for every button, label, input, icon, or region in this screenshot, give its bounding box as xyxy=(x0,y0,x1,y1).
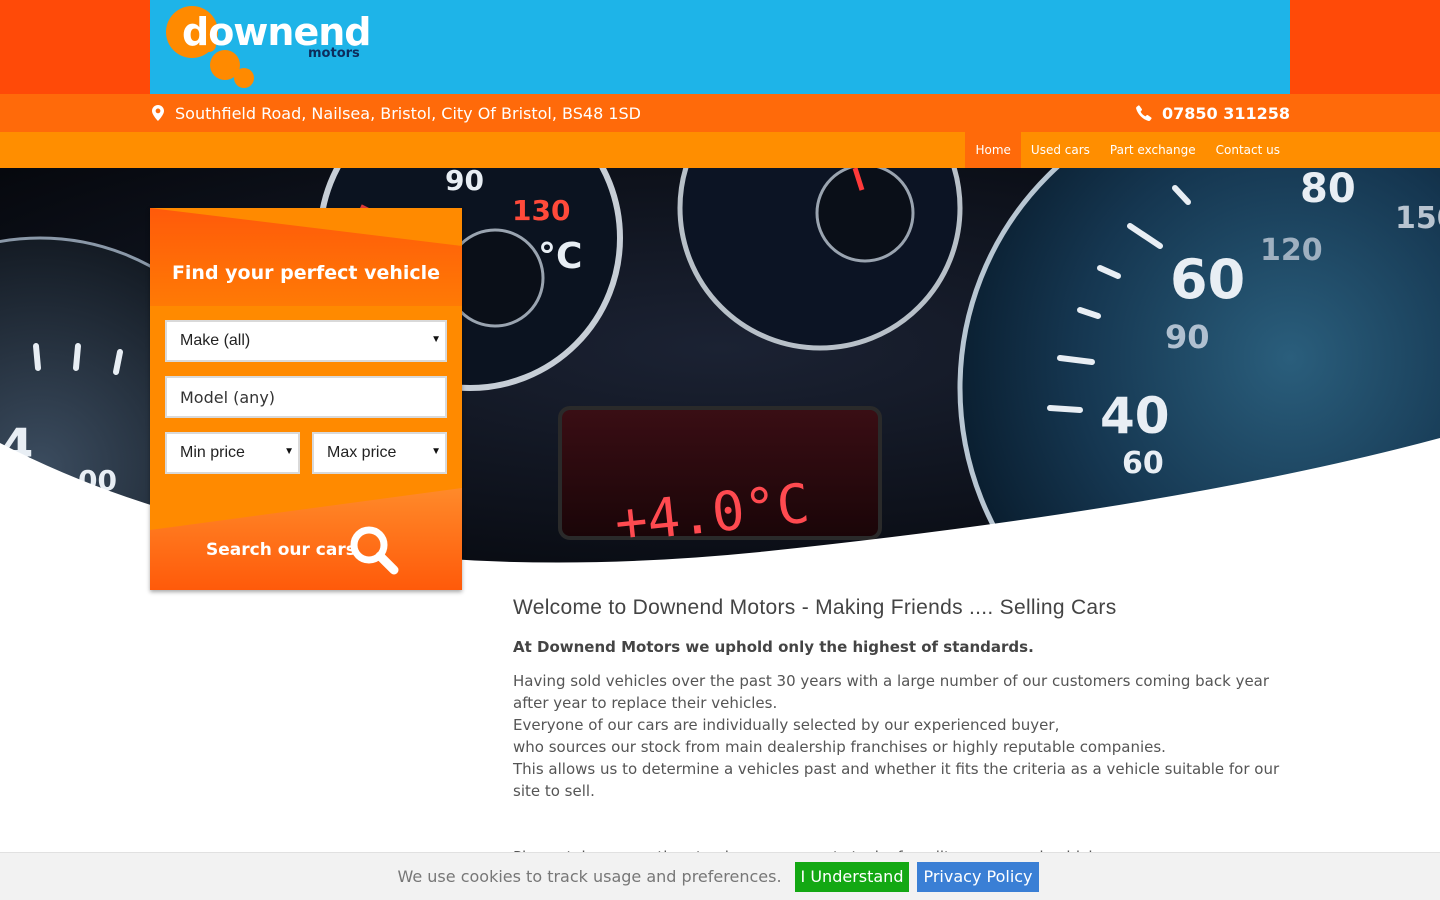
gauge-label: 60 xyxy=(1122,446,1164,481)
gauge-label: °C xyxy=(538,236,582,277)
dropdown-arrow-icon: ▼ xyxy=(431,334,441,345)
gauge-label: 120 xyxy=(1260,233,1323,268)
max-price-select[interactable]: Max price ▼ xyxy=(312,432,447,474)
dropdown-arrow-icon: ▼ xyxy=(431,446,441,457)
min-price-select[interactable]: Min price ▼ xyxy=(165,432,300,474)
gauge-label: 80 xyxy=(1300,168,1356,212)
address-text: Southfield Road, Nailsea, Bristol, City … xyxy=(175,103,641,123)
phone-number: 07850 311258 xyxy=(1161,103,1290,123)
body-paragraph: Having sold vehicles over the past 30 ye… xyxy=(513,670,1283,802)
logo-banner: downend motors xyxy=(150,0,1290,94)
body-line: This allows us to determine a vehicles p… xyxy=(513,760,1280,800)
search-icon xyxy=(350,526,399,575)
search-button-label: Search our cars xyxy=(206,540,356,560)
vehicle-search-panel: Find your perfect vehicle Make (all) ▼ M… xyxy=(150,208,462,590)
contact-bar: Southfield Road, Nailsea, Bristol, City … xyxy=(0,94,1440,132)
gauge-label: 40 xyxy=(1100,387,1170,445)
header-band: downend motors xyxy=(0,0,1440,94)
welcome-section: Welcome to Downend Motors - Making Frien… xyxy=(513,594,1283,868)
gauge-label: 90 xyxy=(1165,318,1210,356)
nav-item-contact-us[interactable]: Contact us xyxy=(1206,132,1290,168)
model-select[interactable]: Model (any) xyxy=(165,376,447,418)
search-button[interactable]: Search our cars xyxy=(150,488,462,590)
phone-icon xyxy=(1136,105,1152,121)
model-value: Model (any) xyxy=(180,387,276,407)
accept-cookies-button[interactable]: I Understand xyxy=(794,861,910,892)
panel-header xyxy=(150,208,462,306)
make-value: Make (all) xyxy=(180,332,251,349)
make-select[interactable]: Make (all) ▼ xyxy=(165,320,447,362)
search-title: Find your perfect vehicle xyxy=(171,262,441,284)
intro-text: At Downend Motors we uphold only the hig… xyxy=(513,638,1034,656)
gauge-label: 150 xyxy=(1395,201,1440,236)
body-line: Having sold vehicles over the past 30 ye… xyxy=(513,672,1270,712)
nav-item-part-exchange[interactable]: Part exchange xyxy=(1100,132,1206,168)
nav-item-used-cars[interactable]: Used cars xyxy=(1021,132,1100,168)
address: Southfield Road, Nailsea, Bristol, City … xyxy=(152,94,641,132)
main-nav-bar: Home Used cars Part exchange Contact us xyxy=(0,132,1440,168)
cookie-banner: We use cookies to track usage and prefer… xyxy=(0,852,1440,900)
nav-item-home[interactable]: Home xyxy=(965,132,1021,168)
logo-subtitle: motors xyxy=(308,46,360,61)
max-price-value: Max price xyxy=(327,444,397,461)
logo-circle xyxy=(234,68,254,88)
dropdown-arrow-icon: ▼ xyxy=(284,446,294,457)
search-button-bg xyxy=(150,488,462,590)
map-pin-icon xyxy=(152,105,164,121)
main-nav: Home Used cars Part exchange Contact us xyxy=(965,132,1290,168)
phone[interactable]: 07850 311258 xyxy=(1136,94,1290,132)
body-line: who sources our stock from main dealersh… xyxy=(513,738,1166,756)
gauge-label: 90 xyxy=(445,168,484,197)
site-logo[interactable]: downend motors xyxy=(166,6,376,90)
gauge-label: 60 xyxy=(1170,248,1245,311)
cookie-message: We use cookies to track usage and prefer… xyxy=(397,867,782,886)
privacy-policy-button[interactable]: Privacy Policy xyxy=(917,861,1039,892)
min-price-value: Min price xyxy=(180,444,245,461)
body-line: Everyone of our cars are individually se… xyxy=(513,716,1060,734)
page-title: Welcome to Downend Motors - Making Frien… xyxy=(513,596,1117,619)
gauge-label: 130 xyxy=(512,194,570,227)
